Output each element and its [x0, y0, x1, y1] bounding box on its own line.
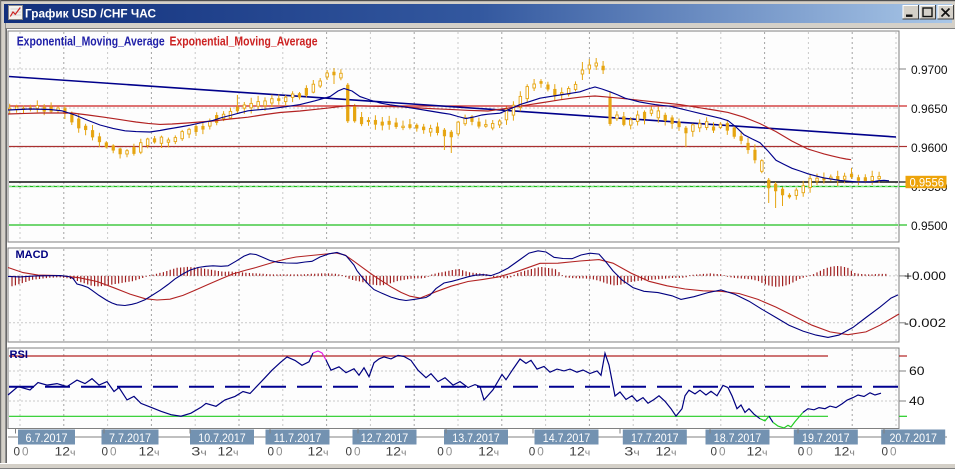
svg-text:11.7.2017: 11.7.2017 — [274, 431, 322, 445]
svg-text:0.9556: 0.9556 — [910, 175, 945, 189]
svg-text:12ч: 12ч — [218, 445, 239, 459]
svg-text:19.7.2017: 19.7.2017 — [802, 431, 850, 445]
svg-text:3ч: 3ч — [191, 445, 207, 459]
svg-text:00: 00 — [711, 445, 728, 459]
svg-text:12ч: 12ч — [569, 445, 590, 459]
svg-text:12ч: 12ч — [834, 445, 855, 459]
svg-text:RSI: RSI — [10, 349, 29, 361]
svg-text:12ч: 12ч — [139, 445, 160, 459]
svg-text:MACD: MACD — [16, 249, 49, 261]
svg-text:Exponential_Moving_Average: Exponential_Moving_Average — [170, 34, 318, 49]
svg-text:3ч: 3ч — [624, 445, 640, 459]
svg-text:График USD /CHF ЧАС: График USD /CHF ЧАС — [25, 9, 156, 21]
svg-text:+0.000: +0.000 — [904, 269, 946, 283]
svg-text:17.7.2017: 17.7.2017 — [631, 431, 679, 445]
svg-text:00: 00 — [346, 445, 363, 459]
svg-text:13.7.2017: 13.7.2017 — [452, 431, 500, 445]
svg-text:10.7.2017: 10.7.2017 — [198, 431, 246, 445]
svg-text:00: 00 — [437, 445, 454, 459]
svg-text:12ч: 12ч — [55, 445, 76, 459]
svg-text:12ч: 12ч — [656, 445, 677, 459]
svg-text:0.9600: 0.9600 — [911, 141, 948, 155]
svg-text:00: 00 — [882, 445, 899, 459]
svg-text:00: 00 — [798, 445, 815, 459]
svg-text:7.7.2017: 7.7.2017 — [109, 431, 151, 445]
svg-text:12ч: 12ч — [747, 445, 768, 459]
svg-text:12.7.2017: 12.7.2017 — [361, 431, 409, 445]
svg-text:0.9700: 0.9700 — [911, 63, 948, 77]
svg-text:Exponential_Moving_Average: Exponential_Moving_Average — [17, 34, 165, 49]
svg-text:00: 00 — [102, 445, 119, 459]
svg-text:6.7.2017: 6.7.2017 — [26, 431, 68, 445]
svg-text:12ч: 12ч — [308, 445, 329, 459]
svg-text:0.9500: 0.9500 — [911, 219, 948, 233]
svg-text:14.7.2017: 14.7.2017 — [543, 431, 591, 445]
svg-text:00: 00 — [14, 445, 31, 459]
svg-text:00: 00 — [268, 445, 285, 459]
svg-text:40: 40 — [909, 394, 925, 408]
svg-text:18.7.2017: 18.7.2017 — [714, 431, 762, 445]
svg-text:00: 00 — [529, 445, 546, 459]
svg-text:-0.002: -0.002 — [904, 316, 946, 330]
svg-text:12ч: 12ч — [478, 445, 499, 459]
svg-text:60: 60 — [909, 364, 925, 378]
svg-text:0.9650: 0.9650 — [911, 102, 948, 116]
svg-text:12ч: 12ч — [386, 445, 407, 459]
svg-text:20.7.2017: 20.7.2017 — [889, 431, 937, 445]
